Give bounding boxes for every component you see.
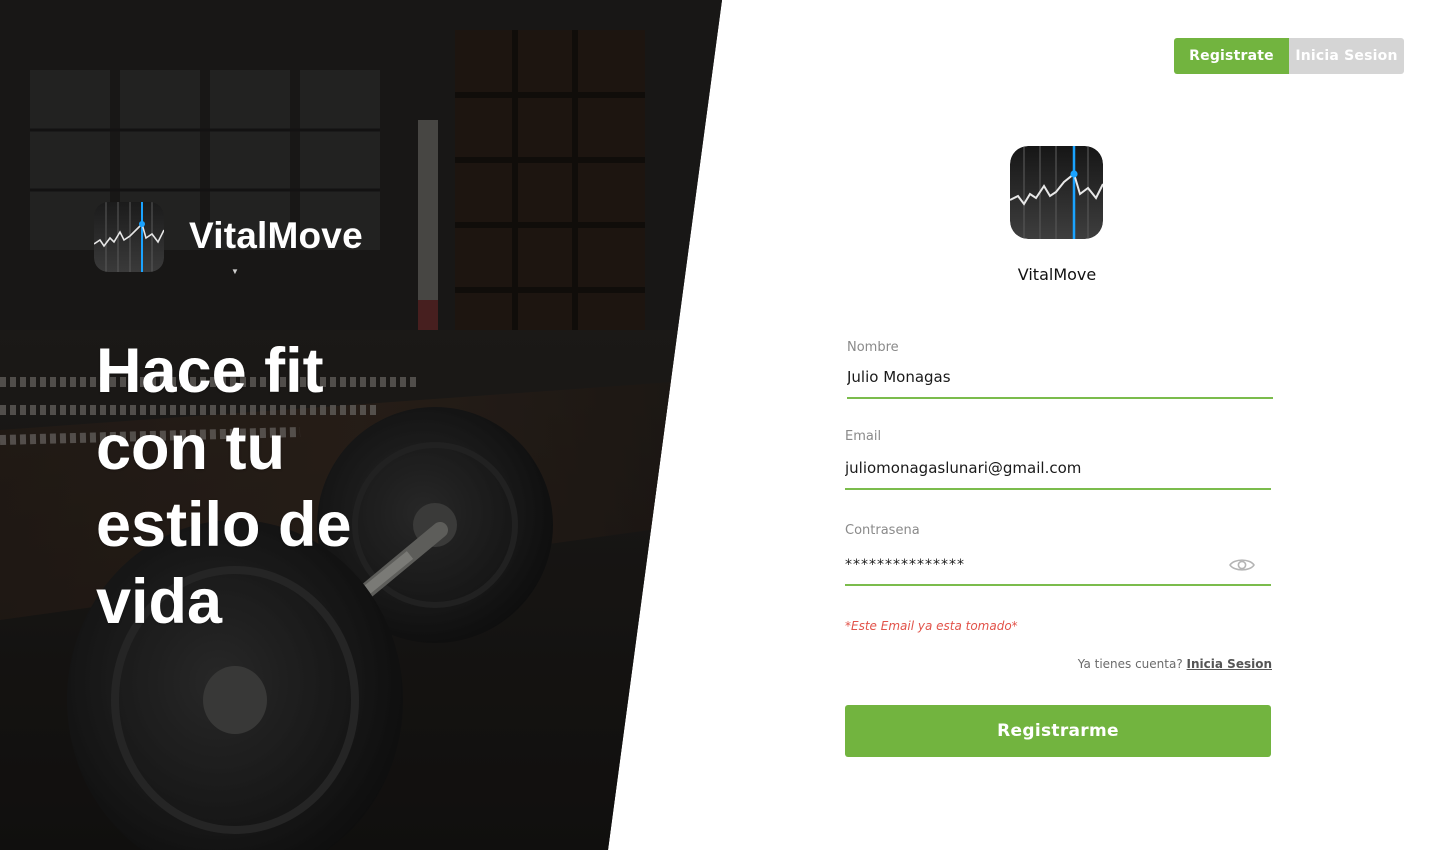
nombre-underline [847,397,1273,399]
eye-icon[interactable] [1229,557,1255,573]
error-message: *Este Email ya esta tomado* [845,619,1018,633]
password-underline [845,584,1271,586]
hero-brand: VitalMove ▼ [94,202,363,276]
tab-register[interactable]: Registrate [1174,38,1289,74]
register-button[interactable]: Registrarme [845,705,1271,757]
app-logo-block: VitalMove [1010,146,1104,284]
email-input[interactable] [845,459,1271,477]
hero-title: Hace fit con tu estilo de vida [96,336,352,637]
email-label: Email [845,429,882,444]
password-label: Contrasena [845,523,920,538]
register-page: VitalMove ▼ Hace fit con tu estilo de vi… [0,0,1440,850]
nombre-label: Nombre [847,340,899,355]
nombre-input[interactable] [847,368,1273,386]
caret-icon: ▼ [231,267,239,276]
stock-chart-icon [1010,146,1103,239]
email-underline [845,488,1271,490]
login-link[interactable]: Inicia Sesion [1187,657,1272,671]
hero-brand-name: VitalMove [189,215,363,256]
app-name: VitalMove [1017,265,1097,284]
login-hint: Ya tienes cuenta? Inicia Sesion [1000,657,1272,671]
auth-toggle: Registrate Inicia Sesion [1174,38,1404,74]
hero-panel: VitalMove ▼ Hace fit con tu estilo de vi… [0,0,722,850]
stock-chart-icon [94,202,164,272]
password-input[interactable] [845,557,1205,573]
login-prompt: Ya tienes cuenta? [1077,657,1183,671]
tab-login[interactable]: Inicia Sesion [1289,38,1404,74]
